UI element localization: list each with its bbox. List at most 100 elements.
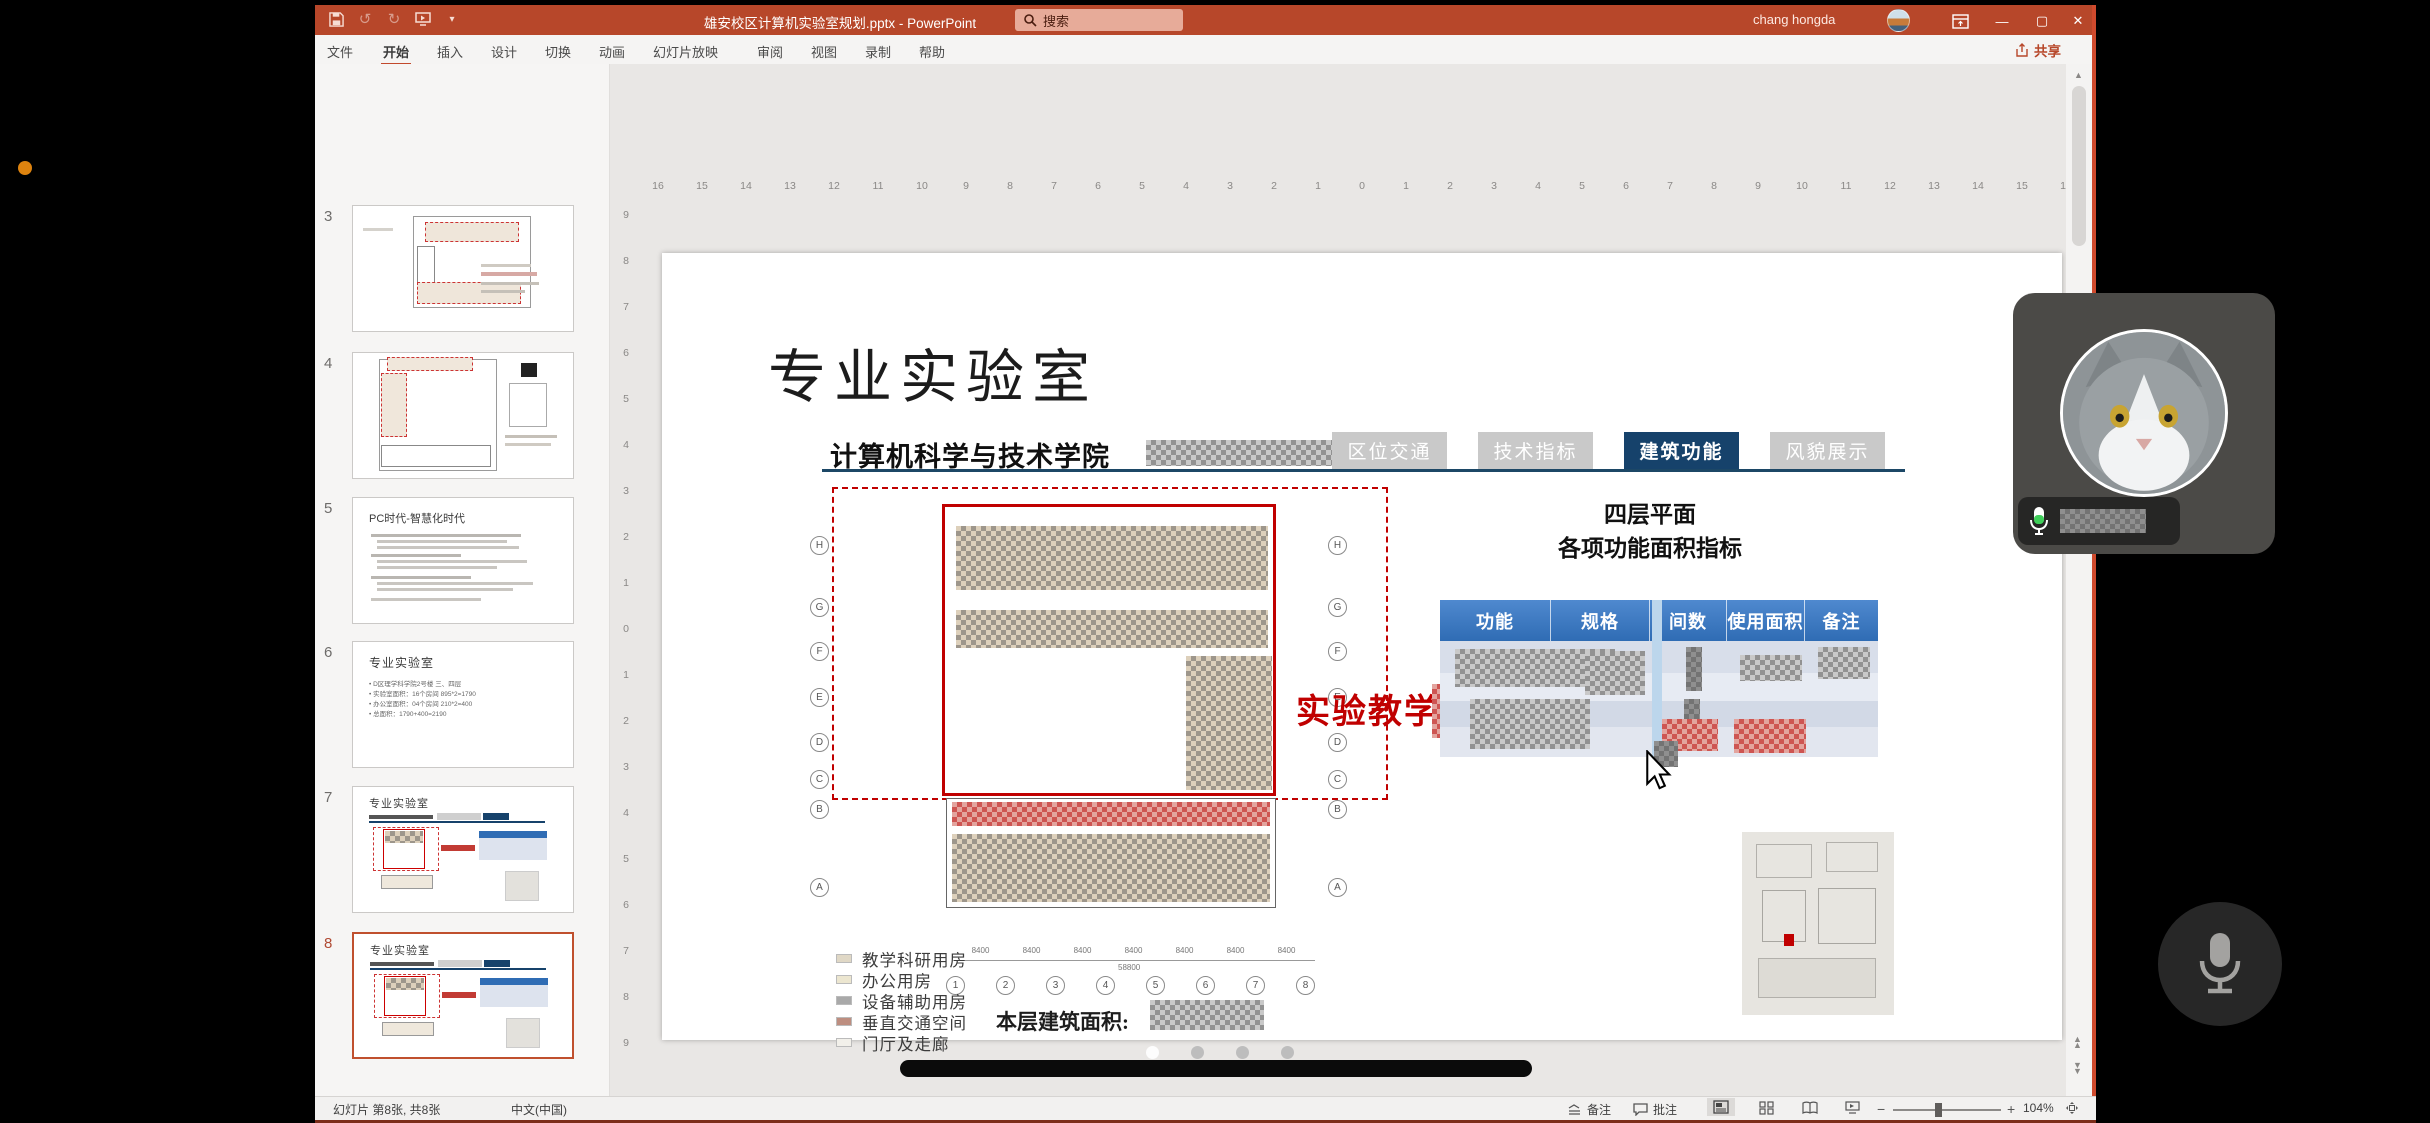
ruler-number: 12 [812, 180, 856, 196]
thumb7-red-label [441, 845, 475, 851]
thumb7-plan-rooms [385, 831, 423, 843]
floor-area-label[interactable]: 本层建筑面积: [996, 1006, 1129, 1036]
thumb-number-7: 7 [324, 789, 332, 806]
thumb5-text-4 [371, 554, 461, 557]
next-slide-button[interactable]: ▼▼ [2073, 1062, 2082, 1074]
tab-slideshow[interactable]: 幻灯片放映 [649, 40, 722, 62]
search-input[interactable]: 搜索 [1015, 9, 1183, 31]
ruler-number: 9 [617, 209, 635, 255]
ribbon-display-options-button[interactable] [1945, 11, 1975, 31]
tab-design[interactable]: 设计 [487, 40, 521, 62]
tab-transitions[interactable]: 切换 [541, 40, 575, 62]
save-icon[interactable] [327, 10, 345, 28]
slide-nav-tab-function-active[interactable]: 建筑功能 [1624, 432, 1739, 469]
normal-view-button[interactable] [1707, 1098, 1735, 1116]
zoom-out-button[interactable]: − [1877, 1101, 1885, 1117]
vertical-scrollbar[interactable]: ▲ ▲▲ ▼▼ [2066, 64, 2092, 1096]
dimension-label: 8400 [1210, 946, 1261, 960]
tab-record[interactable]: 录制 [861, 40, 895, 62]
ruler-number: 1 [1296, 180, 1340, 196]
page-dot[interactable] [1236, 1046, 1249, 1059]
notes-button[interactable]: 备注 [1567, 1101, 1611, 1118]
fit-to-window-button[interactable] [2065, 1101, 2079, 1115]
slide-counter[interactable]: 幻灯片 第8张, 共8张 [333, 1101, 440, 1118]
table-title[interactable]: 四层平面 各项功能面积指标 [1540, 495, 1760, 563]
zoom-slider-handle[interactable] [1935, 1103, 1942, 1117]
slide-thumbnail-3[interactable] [352, 205, 574, 332]
redo-icon[interactable]: ↻ [385, 10, 403, 28]
slideshow-view-button[interactable] [1845, 1101, 1860, 1114]
thumb4-logo [521, 363, 537, 377]
slide-nav-tab-specs[interactable]: 技术指标 [1478, 432, 1593, 469]
thumb3-caption-2 [481, 282, 539, 285]
slide-title[interactable]: 专业实验室 [768, 330, 1098, 414]
customize-qat-icon[interactable]: ▾ [443, 10, 461, 28]
close-button[interactable]: ✕ [2063, 11, 2093, 31]
maximize-button[interactable]: ▢ [2027, 11, 2057, 31]
ruler-number: 12 [1868, 180, 1912, 196]
floorplan-lower-dashrow [952, 802, 1270, 826]
window-title: 雄安校区计算机实验室规划.pptx - PowerPoint [610, 12, 1070, 32]
grid-bubble: F [810, 642, 829, 661]
ruler-number: 9 [944, 180, 988, 196]
zoom-level[interactable]: 104% [2023, 1101, 2054, 1115]
microphone-button[interactable] [2158, 902, 2282, 1026]
recording-toolbar[interactable] [900, 1060, 1532, 1077]
comments-button[interactable]: 批注 [1633, 1101, 1677, 1118]
scroll-up-icon[interactable]: ▲ [2074, 70, 2083, 80]
slide-thumbnail-4[interactable] [352, 352, 574, 479]
tab-file[interactable]: 文件 [323, 40, 357, 62]
tab-home[interactable]: 开始 [379, 40, 413, 62]
slide-nav-tab-location[interactable]: 区位交通 [1332, 432, 1447, 469]
dimension-row: 8400840084008400840084008400 [955, 946, 1315, 960]
slide-nav-tab-appearance[interactable]: 风貌展示 [1770, 432, 1885, 469]
legend-swatch [836, 954, 852, 963]
slide-thumbnail-7[interactable]: 专业实验室 [352, 786, 574, 913]
start-slideshow-icon[interactable] [414, 10, 432, 28]
share-button[interactable]: 共享 [2015, 38, 2061, 62]
page-dot-active[interactable] [1146, 1046, 1159, 1059]
thumb4-mini-plan [509, 383, 547, 427]
horizontal-ruler[interactable]: 1615141312111098765432101234567891011121… [636, 180, 2088, 196]
slide-thumbnail-6[interactable]: 专业实验室 • D区理学科学院2号楼 三、四层 • 实验室面积：16个房间 89… [352, 641, 574, 768]
grid-bubble: F [1328, 642, 1347, 661]
zoom-in-button[interactable]: + [2007, 1101, 2015, 1117]
thumb5-text-6 [377, 566, 497, 569]
vertical-ruler[interactable]: 9876543210123456789 [617, 209, 635, 1083]
area-table-body[interactable] [1440, 641, 1878, 757]
tab-animations[interactable]: 动画 [595, 40, 629, 62]
tab-insert[interactable]: 插入 [433, 40, 467, 62]
account-name[interactable]: chang hongda [1753, 12, 1835, 27]
tab-view[interactable]: 视图 [807, 40, 841, 62]
undo-icon[interactable]: ↺ [356, 10, 374, 28]
tab-review[interactable]: 审阅 [753, 40, 787, 62]
page-dot[interactable] [1281, 1046, 1294, 1059]
table-header-cell: 规格 [1551, 600, 1650, 641]
grid-bubble: C [810, 770, 829, 789]
language-indicator[interactable]: 中文(中国) [511, 1101, 567, 1118]
grid-bubble: E [810, 688, 829, 707]
ruler-number: 2 [617, 715, 635, 761]
slideshow-view-icon [1845, 1101, 1860, 1114]
reading-view-button[interactable] [1802, 1101, 1818, 1114]
table-header-cell: 使用面积 [1727, 600, 1805, 641]
slide-thumbnail-5[interactable]: PC时代-智慧化时代 [352, 497, 574, 624]
page-dot[interactable] [1191, 1046, 1204, 1059]
slide-sorter-view-button[interactable] [1759, 1101, 1774, 1115]
thumb7-college-bar [369, 815, 433, 819]
tab-help[interactable]: 帮助 [915, 40, 949, 62]
minimize-button[interactable]: — [1987, 11, 2017, 31]
zoom-slider-track[interactable] [1893, 1109, 2001, 1111]
red-annotation-label[interactable]: 实验教学 [1296, 684, 1440, 733]
legend-swatch [836, 1038, 852, 1047]
account-avatar[interactable] [1887, 9, 1910, 32]
grid-bubble: B [1328, 800, 1347, 819]
previous-slide-button[interactable]: ▲▲ [2073, 1036, 2082, 1048]
recording-indicator-dot [18, 161, 32, 175]
dimension-label: 8400 [1006, 946, 1057, 960]
video-call-participant-card[interactable] [2013, 293, 2275, 554]
scrollbar-thumb[interactable] [2072, 86, 2086, 246]
slide-thumbnail-8-selected[interactable]: 专业实验室 [352, 932, 574, 1059]
comments-label: 批注 [1653, 1101, 1677, 1118]
thumb3-caption-red [481, 272, 537, 276]
